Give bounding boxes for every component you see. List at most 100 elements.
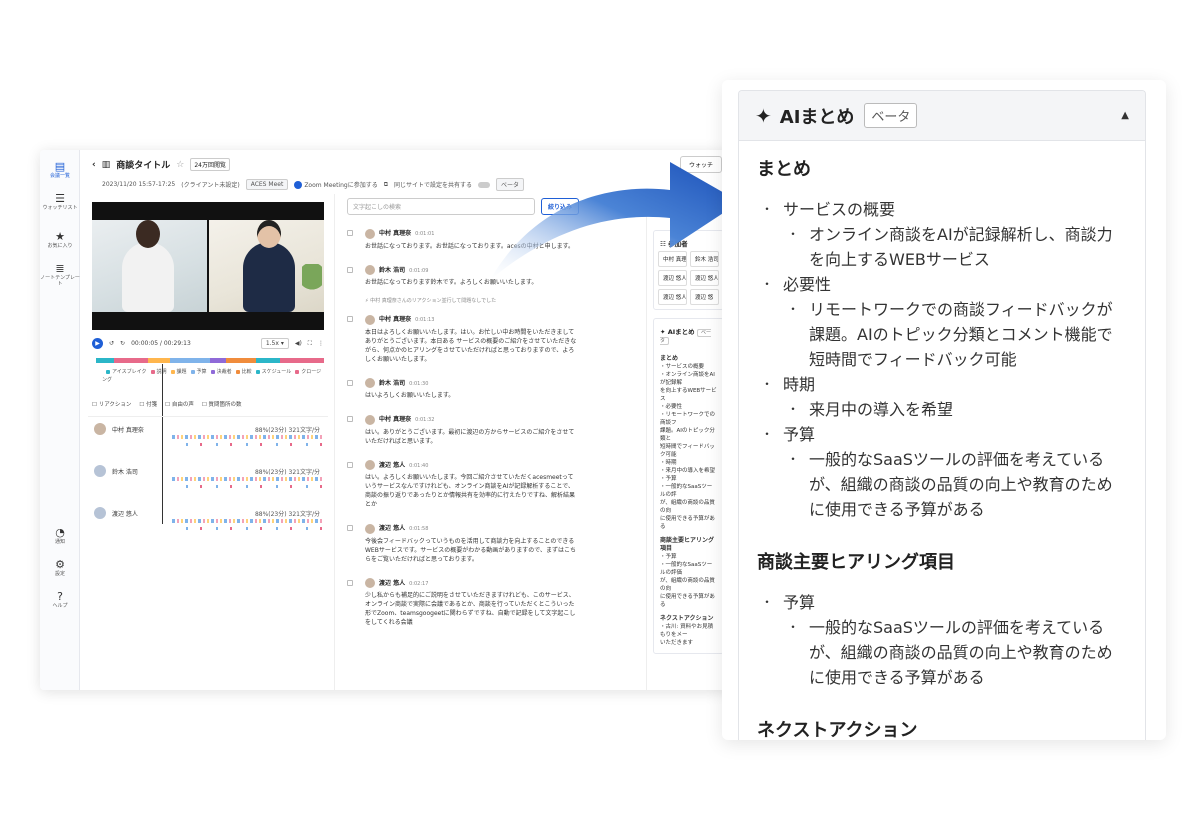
mini-section-title: ネクストアクション — [660, 615, 714, 622]
speaker-name: 鈴木 浩司 — [379, 379, 406, 387]
transcript-message[interactable]: 中村 真理奈 0:01:13 本日はよろしくお願いいたします。はい。お忙しい中お時間… — [343, 310, 585, 370]
legend-label: 比較 — [241, 369, 252, 375]
marker-bar — [172, 443, 322, 446]
mini-line: 短時間でフィードバック可能 — [660, 444, 715, 458]
mini-line: ・来月中の導入を希望 — [660, 468, 716, 474]
speaker-name: 渡辺 悠人 — [112, 511, 138, 518]
volume-icon[interactable]: ◀) — [295, 340, 302, 347]
rail-item-notifications[interactable]: ◔ 通知 — [40, 526, 80, 545]
message-checkbox[interactable] — [347, 316, 353, 322]
legend-item: 課題 — [167, 369, 187, 375]
back-icon[interactable]: ‹ — [92, 160, 96, 170]
timeline-segment — [280, 358, 324, 363]
summary-section-title: 商談主要ヒアリング項目 — [757, 552, 955, 573]
avatar — [94, 507, 106, 519]
timeline-segment — [114, 358, 148, 363]
speaker-name: 渡辺 悠人 — [379, 525, 406, 532]
participant-woman — [122, 220, 174, 312]
rail-item-meetings[interactable]: ▤ 会議一覧 — [40, 160, 80, 179]
message-speaker: 渡辺 悠人 0:01:58 — [365, 523, 579, 534]
more-icon[interactable]: ⋮ — [318, 340, 324, 347]
rewind-icon[interactable]: ↺ — [109, 340, 114, 347]
zoom-join-link[interactable]: Zoom Meetingに参加する — [294, 180, 378, 190]
meeting-datetime: 2023/11/20 15:57-17:25 — [102, 181, 176, 188]
rail-item-favorites[interactable]: ★ お気に入り — [40, 230, 80, 249]
mini-line: ・古川: 資料やお見積もりをメー — [660, 624, 714, 638]
client-label[interactable]: (クライアント未設定) — [181, 180, 239, 189]
collapse-icon[interactable]: ▲ — [1121, 110, 1129, 121]
favorite-star-icon[interactable]: ☆ — [176, 160, 184, 170]
player-controls: ▶ ↺ ↻ 00:00:05 / 00:29:13 1.5x ▾ ◀) ⛶ ⋮ — [92, 338, 324, 349]
timeline-segment — [210, 358, 226, 363]
avatar — [365, 414, 375, 425]
message-speaker: 中村 真理奈 0:01:13 — [365, 314, 579, 325]
summary-section-title: ネクストアクション — [757, 720, 918, 740]
speaker-name: 中村 真理奈 — [379, 316, 412, 323]
transcript-message[interactable]: 鈴木 浩司 0:01:30 はいよろしくお願いいたします。 — [343, 374, 585, 407]
avatar — [94, 465, 106, 477]
transcript-message[interactable]: 渡辺 悠人 0:01:40 はい。よろしくお願いいたします。今回ご紹介させていただく… — [343, 456, 585, 516]
legend-item: 説明 — [147, 369, 167, 375]
speaker-track[interactable]: 中村 真理奈 88%(23分) 321文字/分 — [88, 417, 328, 459]
video-player[interactable] — [92, 202, 324, 330]
speaker-tracks: ☐ リアクション ☐ 付箋 ☐ 自由の声 ☐ 質問箇所の数 中村 真理奈 88%… — [88, 398, 328, 543]
rail-item-watchlist[interactable]: ☰ ウォッチリスト — [40, 192, 80, 211]
legend-label: 課題 — [176, 369, 187, 375]
message-checkbox[interactable] — [347, 525, 353, 531]
speaker-stat: 88%(23分) 321文字/分 — [254, 469, 320, 476]
timeline-segment — [96, 358, 114, 363]
legend-label: アイスブレイク — [112, 369, 147, 375]
message-time: 0:01:30 — [409, 380, 429, 387]
copy-icon[interactable]: ⧉ — [384, 181, 388, 189]
speaker-name: 中村 真理奈 — [112, 427, 144, 434]
avatar — [365, 460, 375, 470]
ai-summary-header[interactable]: ✦ AIまとめ ベータ ▲ — [739, 91, 1145, 141]
speed-select[interactable]: 1.5x ▾ — [260, 338, 289, 349]
message-checkbox[interactable] — [347, 416, 353, 422]
mini-line: ・予算 — [660, 476, 677, 482]
rail-item-settings[interactable]: ⚙ 設定 — [40, 558, 80, 577]
filter-sticky[interactable]: ☐ 付箋 — [139, 400, 157, 408]
forward-icon[interactable]: ↻ — [120, 340, 125, 347]
speaker-name: 鈴木 浩司 — [112, 469, 138, 476]
play-button[interactable]: ▶ — [92, 338, 103, 349]
timeline-legend: アイスブレイク説明課題予算決裁者比較スケジュールクロージング — [102, 368, 322, 384]
filter-voice[interactable]: ☐ 自由の声 — [165, 400, 194, 408]
fullscreen-icon[interactable]: ⛶ — [308, 340, 312, 348]
speaker-name: 渡辺 悠人 — [379, 579, 406, 587]
speaker-track[interactable]: 渡辺 悠人 88%(23分) 321文字/分 — [88, 501, 328, 543]
transcript-message[interactable]: 渡辺 悠人 0:01:58 今後会フィードバックっていうものを活用して商談力を向上す… — [343, 519, 585, 570]
filter-reaction[interactable]: ☐ リアクション — [92, 400, 131, 408]
legend-swatch — [190, 369, 195, 374]
stack-icon: ≣ — [55, 262, 65, 275]
mini-line: ・一般的なSaaSツールの評価 — [660, 562, 713, 576]
legend-swatch — [106, 369, 110, 374]
message-time: 0:01:01 — [415, 231, 435, 237]
mini-line: を向上するWEBサービス — [660, 388, 717, 402]
legend-swatch — [255, 369, 260, 374]
timeline-segment — [170, 358, 210, 363]
filter-questions[interactable]: ☐ 質問箇所の数 — [202, 400, 242, 408]
legend-item: 比較 — [232, 369, 252, 375]
transcript-message[interactable]: 中村 真理奈 0:01:32 はい。ありがとうございます。最初に渡辺の方からサービス… — [343, 410, 585, 452]
message-checkbox[interactable] — [347, 379, 353, 386]
legend-swatch — [170, 369, 175, 374]
legend-swatch — [295, 369, 300, 374]
speaker-track[interactable]: 鈴木 浩司 88%(23分) 321文字/分 — [88, 459, 328, 501]
speaker-stat: 88%(23分) 321文字/分 — [254, 427, 320, 434]
sparkle-icon: ✦ — [755, 103, 772, 128]
plant-decoration — [302, 264, 322, 304]
message-checkbox[interactable] — [347, 230, 353, 236]
topic-timeline[interactable] — [96, 358, 324, 363]
message-time: 0:01:40 — [409, 462, 429, 469]
player-time: 00:00:05 / 00:29:13 — [131, 340, 191, 347]
transcript-message[interactable]: 渡辺 悠人 0:02:17 少し私からも補足的にご説明をさせていただきますけれども、… — [343, 574, 585, 634]
message-checkbox[interactable] — [347, 579, 353, 586]
views-badge: 24万回閲覧 — [190, 158, 230, 171]
summary-item: サービスの概要 — [757, 197, 1127, 222]
rail-item-help[interactable]: ? ヘルプ — [40, 590, 80, 609]
rail-item-templates[interactable]: ≣ ノートテンプレート — [40, 262, 80, 287]
message-checkbox[interactable] — [347, 266, 353, 273]
message-checkbox[interactable] — [347, 461, 353, 468]
avatar — [365, 523, 375, 534]
